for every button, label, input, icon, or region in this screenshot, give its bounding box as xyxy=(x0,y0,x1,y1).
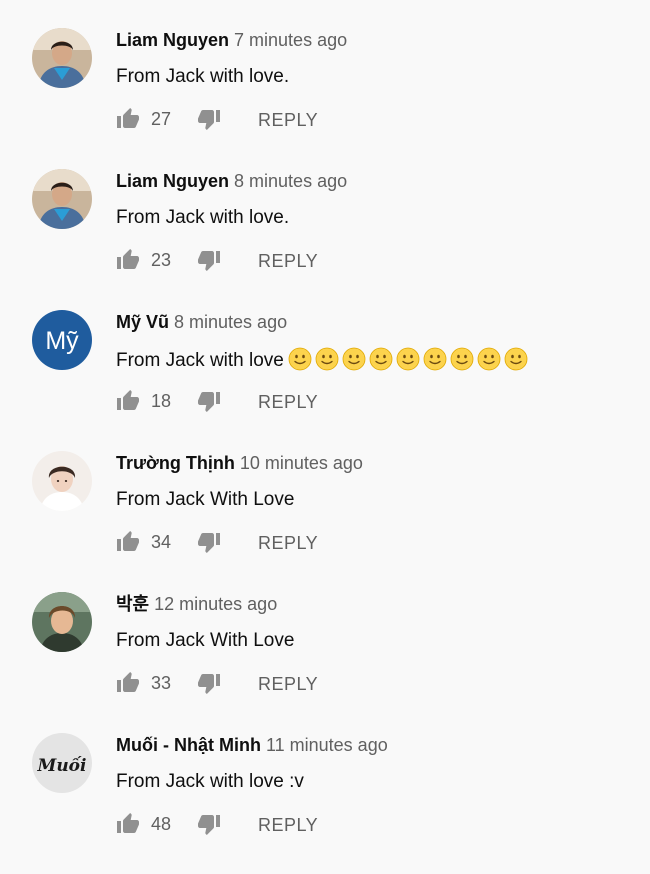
comment-thread: Mỹ Mỹ Vũ 8 minutes ago From Jack with lov… xyxy=(0,310,650,451)
thumbs-down-icon xyxy=(198,392,220,412)
thumbs-down-icon xyxy=(198,251,220,271)
comment-timestamp[interactable]: 12 minutes ago xyxy=(154,594,277,614)
comment-actions: 27 REPLY xyxy=(116,107,346,131)
smiley-emoji-icon xyxy=(342,347,366,371)
comment-text: From Jack with love. xyxy=(116,66,290,87)
like-button[interactable] xyxy=(116,107,140,131)
avatar[interactable] xyxy=(32,169,92,229)
comment-text: From Jack with love. xyxy=(116,207,290,228)
thumbs-down-icon xyxy=(198,674,220,694)
thumbs-up-icon xyxy=(117,108,139,128)
reply-button[interactable]: REPLY xyxy=(258,110,318,130)
like-count: 48 xyxy=(151,814,172,834)
like-button[interactable] xyxy=(116,389,140,413)
avatar[interactable] xyxy=(32,451,92,511)
reply-button[interactable]: REPLY xyxy=(258,533,318,553)
smiley-emoji-icon xyxy=(396,347,420,371)
dislike-button[interactable] xyxy=(197,671,221,695)
comment-actions: 33 REPLY xyxy=(116,671,346,695)
comment-author[interactable]: Muối - Nhật Minh xyxy=(116,735,261,755)
smiley-emoji-icon xyxy=(315,347,339,371)
comment-actions: 48 REPLY xyxy=(116,812,346,836)
comment-timestamp[interactable]: 10 minutes ago xyxy=(240,453,363,473)
thumbs-down-icon xyxy=(198,815,220,835)
like-button[interactable] xyxy=(116,530,140,554)
avatar-initials: Mỹ xyxy=(45,327,79,355)
smiley-emoji-icon xyxy=(288,347,312,371)
reply-button[interactable]: REPLY xyxy=(258,815,318,835)
smiley-emoji-icon xyxy=(504,347,528,371)
comment-text: From Jack With Love xyxy=(116,630,295,651)
comment-author[interactable]: Liam Nguyen xyxy=(116,30,229,50)
comment-timestamp[interactable]: 11 minutes ago xyxy=(266,735,388,755)
comment-text-body: From Jack with love xyxy=(116,350,284,371)
thumbs-up-icon xyxy=(117,249,139,269)
avatar[interactable] xyxy=(32,592,92,652)
like-count: 18 xyxy=(151,391,172,411)
reply-button[interactable]: REPLY xyxy=(258,251,318,271)
comment-thread: Muối Muối - Nhật Minh 11 minutes ago From… xyxy=(0,733,650,874)
like-button[interactable] xyxy=(116,812,140,836)
thumbs-up-icon xyxy=(117,813,139,833)
comment-thread: 박훈 12 minutes ago From Jack With Love 33 … xyxy=(0,592,650,733)
comment-author[interactable]: Liam Nguyen xyxy=(116,171,229,191)
comment-list: Liam Nguyen 7 minutes ago From Jack with … xyxy=(0,0,650,845)
dislike-button[interactable] xyxy=(197,530,221,554)
dislike-button[interactable] xyxy=(197,248,221,272)
thumbs-up-icon xyxy=(117,390,139,410)
dislike-button[interactable] xyxy=(197,389,221,413)
comment-thread: Trường Thịnh 10 minutes ago From Jack Wit… xyxy=(0,451,650,592)
avatar[interactable] xyxy=(32,28,92,88)
comment-actions: 34 REPLY xyxy=(116,530,346,554)
comment-actions: 18 REPLY xyxy=(116,389,346,413)
comment-author[interactable]: Trường Thịnh xyxy=(116,453,235,473)
like-count: 34 xyxy=(151,532,172,552)
comment-text: From Jack With Love xyxy=(116,489,295,510)
comment-author[interactable]: 박훈 xyxy=(116,594,149,614)
comment-timestamp[interactable]: 7 minutes ago xyxy=(234,30,347,50)
like-button[interactable] xyxy=(116,248,140,272)
comment-thread: Liam Nguyen 7 minutes ago From Jack with … xyxy=(0,28,650,169)
avatar[interactable]: Muối xyxy=(32,733,92,793)
thumbs-down-icon xyxy=(198,533,220,553)
like-count: 23 xyxy=(151,250,172,270)
comment-text: From Jack with love xyxy=(116,347,531,378)
thumbs-up-icon xyxy=(117,531,139,551)
dislike-button[interactable] xyxy=(197,107,221,131)
comment-thread: Liam Nguyen 8 minutes ago From Jack with … xyxy=(0,169,650,310)
comment-text: From Jack with love :v xyxy=(116,771,304,792)
thumbs-down-icon xyxy=(198,110,220,130)
avatar-initials: Muối xyxy=(37,756,87,776)
smiley-emoji-icon xyxy=(477,347,501,371)
like-button[interactable] xyxy=(116,671,140,695)
smiley-emoji-icon xyxy=(369,347,393,371)
like-count: 27 xyxy=(151,109,172,129)
avatar[interactable]: Mỹ xyxy=(32,310,92,370)
reply-button[interactable]: REPLY xyxy=(258,392,318,412)
smiley-emoji-icon xyxy=(450,347,474,371)
emoji-group xyxy=(288,347,531,378)
reply-button[interactable]: REPLY xyxy=(258,674,318,694)
comment-author[interactable]: Mỹ Vũ xyxy=(116,312,169,332)
smiley-emoji-icon xyxy=(423,347,447,371)
comment-actions: 23 REPLY xyxy=(116,248,346,272)
like-count: 33 xyxy=(151,673,172,693)
comment-timestamp[interactable]: 8 minutes ago xyxy=(174,312,287,332)
dislike-button[interactable] xyxy=(197,812,221,836)
comment-timestamp[interactable]: 8 minutes ago xyxy=(234,171,347,191)
thumbs-up-icon xyxy=(117,672,139,692)
